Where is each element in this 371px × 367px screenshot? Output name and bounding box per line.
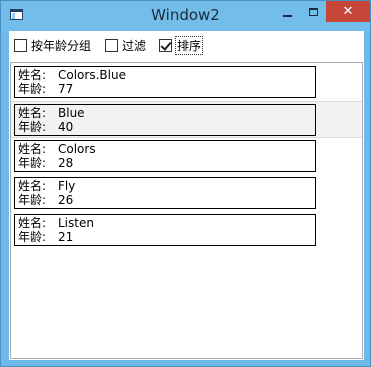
person-card: 姓名: Colors.Blue 年龄: 77: [14, 66, 316, 98]
name-line: 姓名: Fly: [18, 179, 75, 193]
age-value: 26: [58, 193, 74, 207]
checkbox-label: 排序: [174, 36, 204, 55]
age-label: 年龄:: [18, 82, 47, 96]
maximize-icon: [308, 7, 318, 16]
list-item[interactable]: 姓名: Colors.Blue 年龄: 77: [11, 64, 362, 101]
age-label: 年龄:: [18, 120, 47, 134]
title-bar[interactable]: Window2 ✕: [1, 1, 370, 31]
age-line: 年龄: 40: [18, 120, 73, 134]
person-card: 姓名: Blue 年龄: 40: [14, 104, 316, 136]
age-label: 年龄:: [18, 156, 47, 170]
list-item[interactable]: 姓名: Blue 年龄: 40: [11, 101, 362, 138]
group-by-age-checkbox[interactable]: 按年龄分组: [14, 38, 91, 53]
options-toolbar: 按年龄分组 过滤 排序: [9, 31, 364, 62]
age-value: 21: [58, 230, 74, 244]
name-label: 姓名:: [18, 68, 47, 82]
name-line: 姓名: Colors.Blue: [18, 68, 126, 82]
checkbox-label: 过滤: [122, 39, 147, 53]
age-line: 年龄: 21: [18, 230, 73, 244]
name-value: Listen: [58, 216, 94, 230]
name-value: Colors: [58, 142, 96, 156]
name-value: Blue: [58, 106, 85, 120]
name-line: 姓名: Blue: [18, 106, 85, 120]
age-label: 年龄:: [18, 193, 47, 207]
name-line: 姓名: Colors: [18, 142, 96, 156]
window: Window2 ✕ 按年龄分组 过滤 排序 姓名: Colors.Blue 年龄…: [0, 0, 371, 367]
age-value: 28: [58, 156, 74, 170]
name-line: 姓名: Listen: [18, 216, 94, 230]
name-label: 姓名:: [18, 216, 47, 230]
person-card: 姓名: Listen 年龄: 21: [14, 214, 316, 246]
person-card: 姓名: Fly 年龄: 26: [14, 177, 316, 209]
name-label: 姓名:: [18, 106, 47, 120]
checkbox-box[interactable]: [14, 39, 27, 52]
minimize-icon: [282, 14, 292, 17]
list-item[interactable]: 姓名: Fly 年龄: 26: [11, 175, 362, 212]
person-card: 姓名: Colors 年龄: 28: [14, 140, 316, 172]
name-value: Fly: [58, 179, 76, 193]
name-label: 姓名:: [18, 179, 47, 193]
checkbox-label: 按年龄分组: [31, 39, 92, 53]
name-value: Colors.Blue: [58, 68, 126, 82]
age-line: 年龄: 77: [18, 82, 73, 96]
filter-checkbox[interactable]: 过滤: [105, 38, 146, 53]
close-button[interactable]: ✕: [326, 1, 370, 22]
checkbox-box-checked[interactable]: [159, 39, 172, 52]
checkbox-box[interactable]: [105, 39, 118, 52]
client-area: 按年龄分组 过滤 排序 姓名: Colors.Blue 年龄: 77 姓名: Blue 年龄…: [9, 31, 364, 360]
people-list[interactable]: 姓名: Colors.Blue 年龄: 77 姓名: Blue 年龄: 40 姓名: Colors…: [10, 62, 363, 359]
list-item[interactable]: 姓名: Colors 年龄: 28: [11, 138, 362, 175]
sort-checkbox[interactable]: 排序: [159, 36, 204, 55]
age-line: 年龄: 26: [18, 193, 73, 207]
age-value: 77: [58, 82, 74, 96]
list-item[interactable]: 姓名: Listen 年龄: 21: [11, 212, 362, 249]
age-label: 年龄:: [18, 230, 47, 244]
age-value: 40: [58, 120, 74, 134]
name-label: 姓名:: [18, 142, 47, 156]
maximize-button[interactable]: [300, 1, 326, 22]
close-icon: ✕: [342, 4, 354, 19]
age-line: 年龄: 28: [18, 156, 73, 170]
minimize-button[interactable]: [274, 1, 300, 22]
